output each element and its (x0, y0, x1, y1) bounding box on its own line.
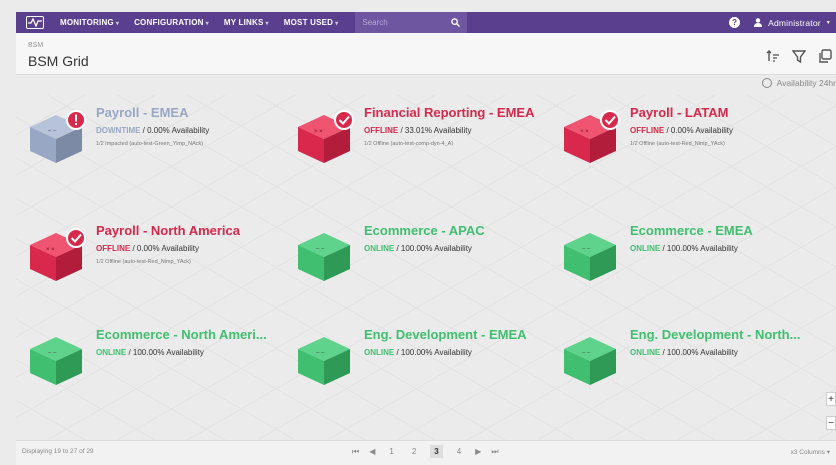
sort-icon[interactable] (766, 49, 780, 63)
svg-text:– –: – – (48, 350, 57, 356)
breadcrumb[interactable]: BSM (28, 42, 43, 49)
svg-text:× ×: × × (314, 129, 323, 135)
page-link[interactable]: 2 (408, 445, 420, 458)
next-page-icon[interactable]: ▶ (475, 447, 481, 456)
svg-text:– –: – – (316, 246, 325, 252)
nav-configuration[interactable]: Configuration ▾ (134, 18, 209, 27)
page-link[interactable]: 3 (430, 445, 443, 458)
service-status: OFFLINE / 0.00% Availability (96, 244, 199, 253)
service-detail: 1/2 Offline (auto-test-Red_Nimp_YAck) (630, 141, 725, 147)
status-cube-icon: × × (298, 110, 354, 163)
top-navigation-bar: Monitoring ▾ Configuration ▾ My Links ▾ Mos… (16, 12, 836, 33)
service-tile[interactable]: – – Ecommerce - APAC ONLINE / 100.00% Avai… (284, 213, 544, 293)
pagination: ⏮ ◀ 1 2 3 4 ▶ ⏭ (352, 445, 499, 458)
service-status: ONLINE / 100.00% Availability (96, 348, 204, 357)
page-link[interactable]: 4 (453, 445, 465, 458)
svg-text:– –: – – (582, 246, 591, 252)
clock-icon (761, 78, 772, 88)
svg-text:– –: – – (582, 350, 591, 356)
service-status: ONLINE / 100.00% Availability (364, 244, 472, 253)
service-name[interactable]: Ecommerce - North Ameri... (96, 327, 267, 342)
service-tile[interactable]: – – Ecommerce - North Ameri... ONLINE / 10… (16, 317, 276, 397)
grid-footer: Displaying 19 to 27 of 29 ⏮ ◀ 1 2 3 4 ▶ ⏭ x3 … (16, 440, 836, 465)
status-cube-icon: – – (30, 110, 86, 163)
service-name[interactable]: Financial Reporting - EMEA (364, 105, 534, 120)
search-box (355, 12, 468, 33)
service-status: OFFLINE / 0.00% Availability (630, 126, 733, 135)
page-title: BSM Grid (28, 53, 89, 69)
nav-my-links[interactable]: My Links ▾ (224, 18, 269, 27)
first-page-icon[interactable]: ⏮ (352, 447, 359, 457)
status-cube-icon: × × (564, 110, 620, 163)
bsm-grid: – – Payroll - EMEA DOWNTIME / 0.00% Availa… (16, 95, 836, 440)
zoom-in-button[interactable]: + (826, 392, 836, 406)
user-menu[interactable]: Administrator ▾ (754, 18, 830, 28)
service-tile[interactable]: – – Eng. Development - North... ONLINE / 1… (550, 317, 810, 397)
copy-icon[interactable] (818, 49, 832, 63)
service-tile[interactable]: × × Payroll - North America OFFLINE / 0.00… (16, 213, 276, 293)
service-detail: 1/2 Impacted (auto-test-Green_Yimp_NAck) (96, 141, 204, 147)
svg-text:– –: – – (48, 128, 57, 134)
app-logo-icon[interactable] (26, 16, 44, 29)
zoom-out-button[interactable]: − (826, 416, 836, 430)
help-icon[interactable]: ? (729, 17, 741, 28)
last-page-icon[interactable]: ⏭ (491, 447, 498, 457)
columns-selector[interactable]: x3 Columns ▾ (791, 448, 830, 456)
svg-text:× ×: × × (46, 247, 55, 253)
service-status: ONLINE / 100.00% Availability (630, 244, 738, 253)
status-cube-icon: – – (298, 233, 350, 281)
service-name[interactable]: Payroll - EMEA (96, 105, 188, 120)
availability-selector[interactable]: Availability 24hr (761, 78, 836, 88)
service-name[interactable]: Eng. Development - North... (630, 327, 800, 342)
service-status: ONLINE / 100.00% Availability (364, 348, 472, 357)
page-link[interactable]: 1 (385, 445, 397, 458)
service-name[interactable]: Eng. Development - EMEA (364, 327, 527, 342)
service-name[interactable]: Payroll - North America (96, 223, 240, 238)
service-name[interactable]: Ecommerce - APAC (364, 223, 485, 238)
service-status: OFFLINE / 33.01% Availability (364, 126, 472, 135)
status-cube-icon: – – (30, 337, 82, 385)
search-input[interactable] (362, 18, 443, 27)
nav-most-used[interactable]: Most Used ▾ (284, 18, 339, 27)
service-status: ONLINE / 100.00% Availability (630, 348, 738, 357)
search-icon[interactable] (451, 18, 461, 27)
status-cube-icon: × × (30, 228, 86, 281)
service-name[interactable]: Ecommerce - EMEA (630, 223, 753, 238)
filter-icon[interactable] (792, 49, 806, 63)
svg-text:× ×: × × (580, 129, 589, 135)
previous-page-icon[interactable]: ◀ (369, 447, 375, 456)
nav-monitoring[interactable]: Monitoring ▾ (60, 18, 119, 27)
status-cube-icon: – – (564, 233, 616, 281)
service-name[interactable]: Payroll - LATAM (630, 105, 728, 120)
status-cube-icon: – – (298, 337, 350, 385)
service-tile[interactable]: – – Eng. Development - EMEA ONLINE / 100.0… (284, 317, 544, 397)
service-tile[interactable]: × × Payroll - LATAM OFFLINE / 0.00% Availa… (550, 95, 810, 175)
service-detail: 1/2 Offline (auto-test-Red_Nimp_YAck) (96, 259, 191, 265)
page-header: BSM BSM Grid (16, 33, 836, 75)
service-status: DOWNTIME / 0.00% Availability (96, 126, 210, 135)
user-icon (754, 18, 763, 27)
service-tile[interactable]: – – Ecommerce - EMEA ONLINE / 100.00% Avai… (550, 213, 810, 293)
svg-text:– –: – – (316, 350, 325, 356)
service-tile[interactable]: × × Financial Reporting - EMEA OFFLINE / 3… (284, 95, 544, 175)
service-detail: 1/2 Offline (auto-test-comp-dyn-4_A) (364, 141, 454, 147)
user-name: Administrator (768, 17, 821, 28)
status-cube-icon: – – (564, 337, 616, 385)
record-count: Displaying 19 to 27 of 29 (22, 448, 94, 455)
service-tile[interactable]: – – Payroll - EMEA DOWNTIME / 0.00% Availa… (16, 95, 276, 175)
